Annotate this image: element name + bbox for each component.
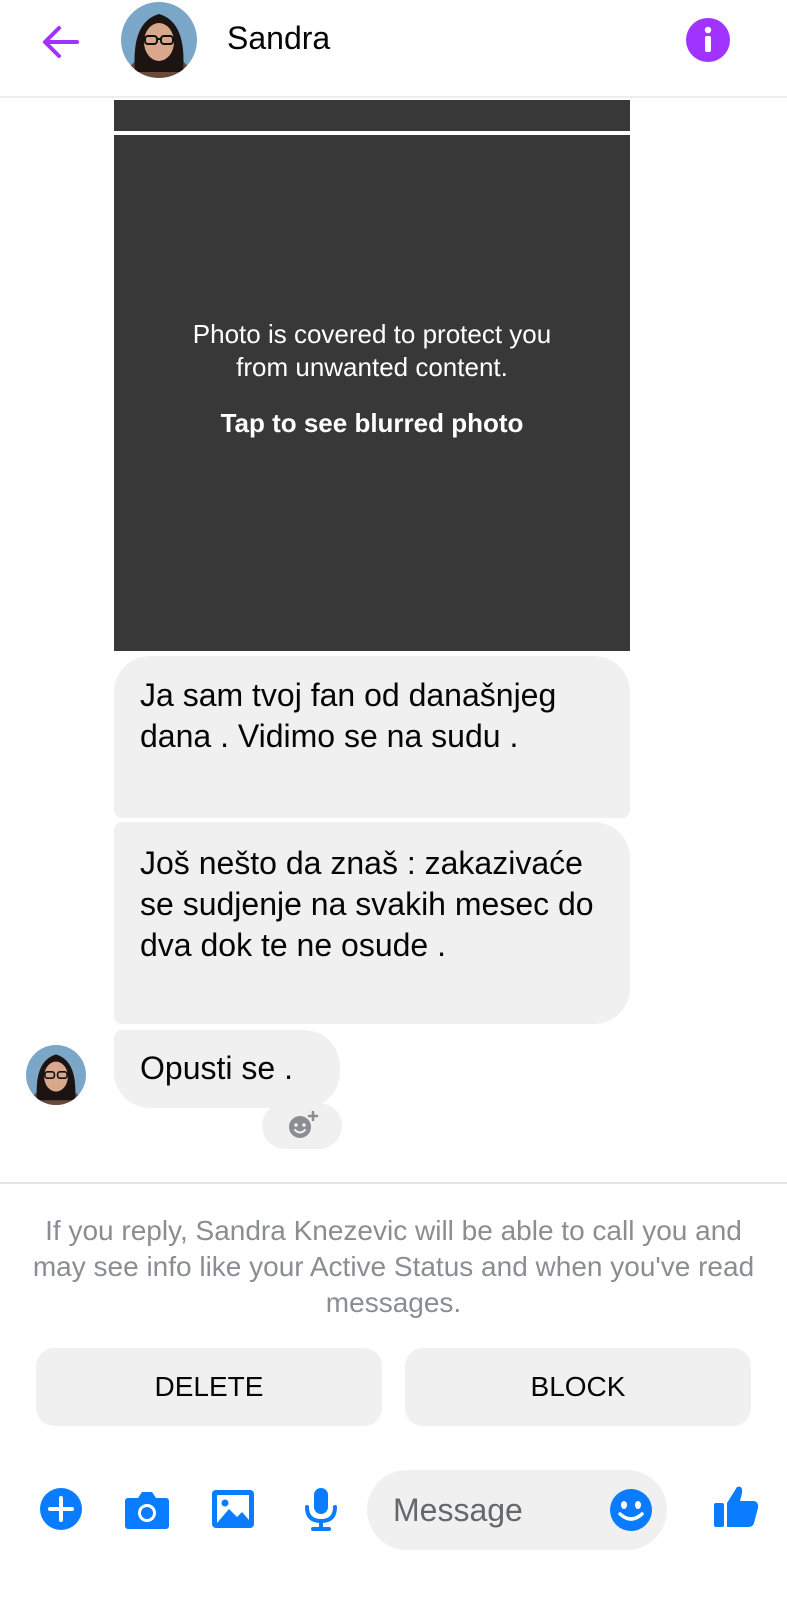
message-bubble[interactable]: Opusti se . bbox=[114, 1030, 340, 1108]
contact-name[interactable]: Sandra bbox=[227, 20, 330, 57]
block-button[interactable]: BLOCK bbox=[405, 1348, 751, 1426]
message-bubble[interactable]: Još nešto da znaš : zakazivaće se sudjen… bbox=[114, 822, 630, 1024]
reply-notice: If you reply, Sandra Knezevic will be ab… bbox=[32, 1215, 755, 1318]
photo-top-strip bbox=[114, 100, 630, 131]
thumbs-up-button[interactable] bbox=[708, 1478, 764, 1534]
gallery-icon bbox=[212, 1490, 254, 1528]
microphone-button[interactable] bbox=[294, 1482, 348, 1536]
thumbs-up-icon bbox=[714, 1486, 759, 1527]
sender-avatar[interactable] bbox=[26, 1045, 86, 1105]
message-bubble[interactable]: Ja sam tvoj fan od današnjeg dana . Vidi… bbox=[114, 656, 630, 818]
message-input[interactable] bbox=[393, 1470, 593, 1550]
delete-button[interactable]: DELETE bbox=[36, 1348, 382, 1426]
message-field[interactable] bbox=[367, 1470, 667, 1550]
covered-photo[interactable]: Photo is covered to protect you from unw… bbox=[114, 135, 630, 651]
plus-button[interactable] bbox=[34, 1482, 88, 1536]
arrow-left-icon bbox=[43, 26, 79, 58]
photo-cover-text: Photo is covered to protect you from unw… bbox=[192, 318, 552, 382]
camera-icon bbox=[125, 1492, 169, 1529]
info-icon bbox=[704, 26, 712, 52]
plus-icon bbox=[40, 1488, 82, 1530]
emoji-icon[interactable] bbox=[607, 1486, 655, 1534]
add-reaction-button[interactable] bbox=[262, 1103, 342, 1149]
info-button[interactable] bbox=[686, 18, 730, 62]
divider bbox=[0, 1182, 787, 1184]
add-reaction-icon bbox=[289, 1110, 319, 1138]
contact-avatar[interactable] bbox=[121, 2, 197, 78]
camera-button[interactable] bbox=[120, 1482, 174, 1536]
microphone-icon bbox=[305, 1488, 337, 1531]
chat-header: Sandra bbox=[0, 0, 787, 98]
back-button[interactable] bbox=[36, 18, 84, 66]
gallery-button[interactable] bbox=[206, 1482, 260, 1536]
tap-to-see-blurred-photo[interactable]: Tap to see blurred photo bbox=[221, 408, 524, 439]
